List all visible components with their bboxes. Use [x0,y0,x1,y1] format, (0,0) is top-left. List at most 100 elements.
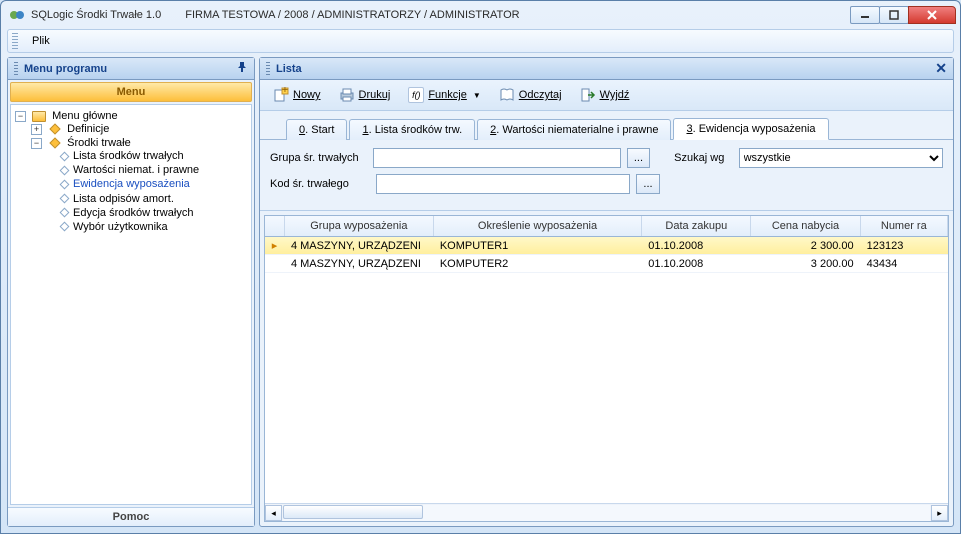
exit-icon [580,87,596,103]
leaf-icon [60,208,70,218]
tree-leaf[interactable]: Lista odpisów amort. [73,193,174,205]
grid-header: Grupa wyposażenia Określenie wyposażenia… [265,216,948,237]
node-icon [49,138,60,149]
maximize-button[interactable] [879,6,909,24]
function-icon: f() [408,87,424,103]
tab-start[interactable]: 0. Start [286,119,347,140]
tab-lista[interactable]: 1. Lista środków trw. [349,119,475,140]
panel-grip [14,62,18,76]
right-panel-title: Lista [276,63,302,75]
kod-input[interactable] [376,174,630,194]
filters: Grupa śr. trwałych ... Szukaj wg wszystk… [260,140,953,211]
cell-okreslenie: KOMPUTER1 [434,239,642,253]
dropdown-icon: ▼ [473,91,481,100]
print-button[interactable]: Drukuj [332,84,398,106]
grupa-label: Grupa śr. trwałych [270,152,367,164]
new-button[interactable]: + Nowy [266,84,328,106]
leaf-icon [60,180,70,190]
cell-numer: 43434 [861,257,948,271]
node-icon [49,124,60,135]
left-panel-header: Menu programu [8,58,254,80]
cell-grupa: 4 MASZYNY, URZĄDZENI [285,257,434,271]
grid-header-cell[interactable]: Numer ra [861,216,948,236]
tree-leaf-selected[interactable]: Ewidencja wyposażenia [73,179,190,191]
table-row[interactable]: 4 MASZYNY, URZĄDZENI KOMPUTER2 01.10.200… [265,255,948,273]
grid-body: ▸ 4 MASZYNY, URZĄDZENI KOMPUTER1 01.10.2… [265,237,948,503]
tab-label: . Ewidencja wyposażenia [693,123,816,135]
cell-grupa: 4 MASZYNY, URZĄDZENI [285,239,434,253]
app-title: SQLogic Środki Trwałe 1.0 [31,9,161,21]
grid-header-cell[interactable]: Cena nabycia [751,216,860,236]
tree-root[interactable]: Menu główne [52,110,117,122]
tree-leaf[interactable]: Edycja środków trwałych [73,207,193,219]
help-section-band[interactable]: Pomoc [8,507,254,526]
scroll-right-button[interactable]: ▸ [931,505,948,521]
new-icon: + [273,87,289,103]
menu-file[interactable]: Plik [24,32,58,50]
scroll-track[interactable] [283,505,930,521]
cell-cena: 3 200.00 [751,257,860,271]
svg-text:+: + [282,87,288,96]
workspace: Menu programu Menu − Menu główne + [1,53,960,533]
cell-numer: 123123 [861,239,948,253]
tab-wartosci[interactable]: 2. Wartości niematerialne i prawne [477,119,671,140]
szukaj-label: Szukaj wg [674,152,732,164]
tabstrip: 0. Start 1. Lista środków trw. 2. Wartoś… [260,111,953,140]
cell-okreslenie: KOMPUTER2 [434,257,642,271]
left-panel: Menu programu Menu − Menu główne + [7,57,255,527]
kod-label: Kod śr. trwałego [270,178,370,190]
toolbar-label: Drukuj [359,89,391,101]
grid-header-cell[interactable]: Data zakupu [642,216,751,236]
functions-button[interactable]: f() Funkcje ▼ [401,84,487,106]
menubar-grip [12,33,18,49]
tree-toggle[interactable]: + [31,124,42,135]
tree-leaf[interactable]: Lista środków trwałych [73,150,184,162]
folder-icon [32,111,46,122]
close-button[interactable] [908,6,956,24]
grupa-input[interactable] [373,148,620,168]
table-row[interactable]: ▸ 4 MASZYNY, URZĄDZENI KOMPUTER1 01.10.2… [265,237,948,255]
cell-cena: 2 300.00 [751,239,860,253]
read-button[interactable]: Odczytaj [492,84,569,106]
panel-close-icon[interactable]: ✕ [935,60,947,77]
toolbar-label: Funkcje [428,89,467,101]
left-panel-title: Menu programu [24,63,107,75]
scroll-thumb[interactable] [283,505,423,519]
panel-grip [266,62,270,76]
menu-section-band[interactable]: Menu [10,82,252,102]
tree-toggle[interactable]: − [31,138,42,149]
grupa-pick-button[interactable]: ... [627,148,650,168]
toolbar-label: Nowy [293,89,321,101]
app-window: SQLogic Środki Trwałe 1.0 FIRMA TESTOWA … [0,0,961,534]
leaf-icon [60,151,70,161]
right-body: + Nowy Drukuj f() Funkcje ▼ Odczytaj [260,80,953,526]
grid-header-cell[interactable] [265,216,285,236]
right-panel-header: Lista ✕ [260,58,953,80]
tree-node-srodki[interactable]: Środki trwałe [67,137,131,149]
tree-leaf[interactable]: Wybór użytkownika [73,221,168,233]
grid-header-cell[interactable]: Grupa wyposażenia [285,216,434,236]
kod-pick-button[interactable]: ... [636,174,660,194]
tab-ewidencja[interactable]: 3. Ewidencja wyposażenia [673,118,828,140]
cell-data: 01.10.2008 [642,239,751,253]
nav-tree: − Menu główne + Definicje − [10,104,252,505]
grid-header-cell[interactable]: Określenie wyposażenia [434,216,642,236]
titlebar: SQLogic Środki Trwałe 1.0 FIRMA TESTOWA … [1,1,960,29]
scroll-left-button[interactable]: ◂ [265,505,282,521]
tree-node-definicje[interactable]: Definicje [67,123,109,135]
app-icon [9,7,25,23]
toolbar-label: Odczytaj [519,89,562,101]
pin-icon[interactable] [236,61,248,76]
right-panel: Lista ✕ + Nowy Drukuj f() Funkcje [259,57,954,527]
toolbar: + Nowy Drukuj f() Funkcje ▼ Odczytaj [260,80,953,111]
leaf-icon [60,194,70,204]
exit-button[interactable]: Wyjdź [573,84,637,106]
horizontal-scrollbar[interactable]: ◂ ▸ [265,503,948,521]
tree-toggle[interactable]: − [15,111,26,122]
minimize-button[interactable] [850,6,880,24]
tree-leaf[interactable]: Wartości niemat. i prawne [73,164,199,176]
window-controls [851,6,956,24]
szukaj-select[interactable]: wszystkie [739,148,943,168]
data-grid: Grupa wyposażenia Określenie wyposażenia… [264,215,949,522]
row-indicator-icon: ▸ [265,238,285,253]
